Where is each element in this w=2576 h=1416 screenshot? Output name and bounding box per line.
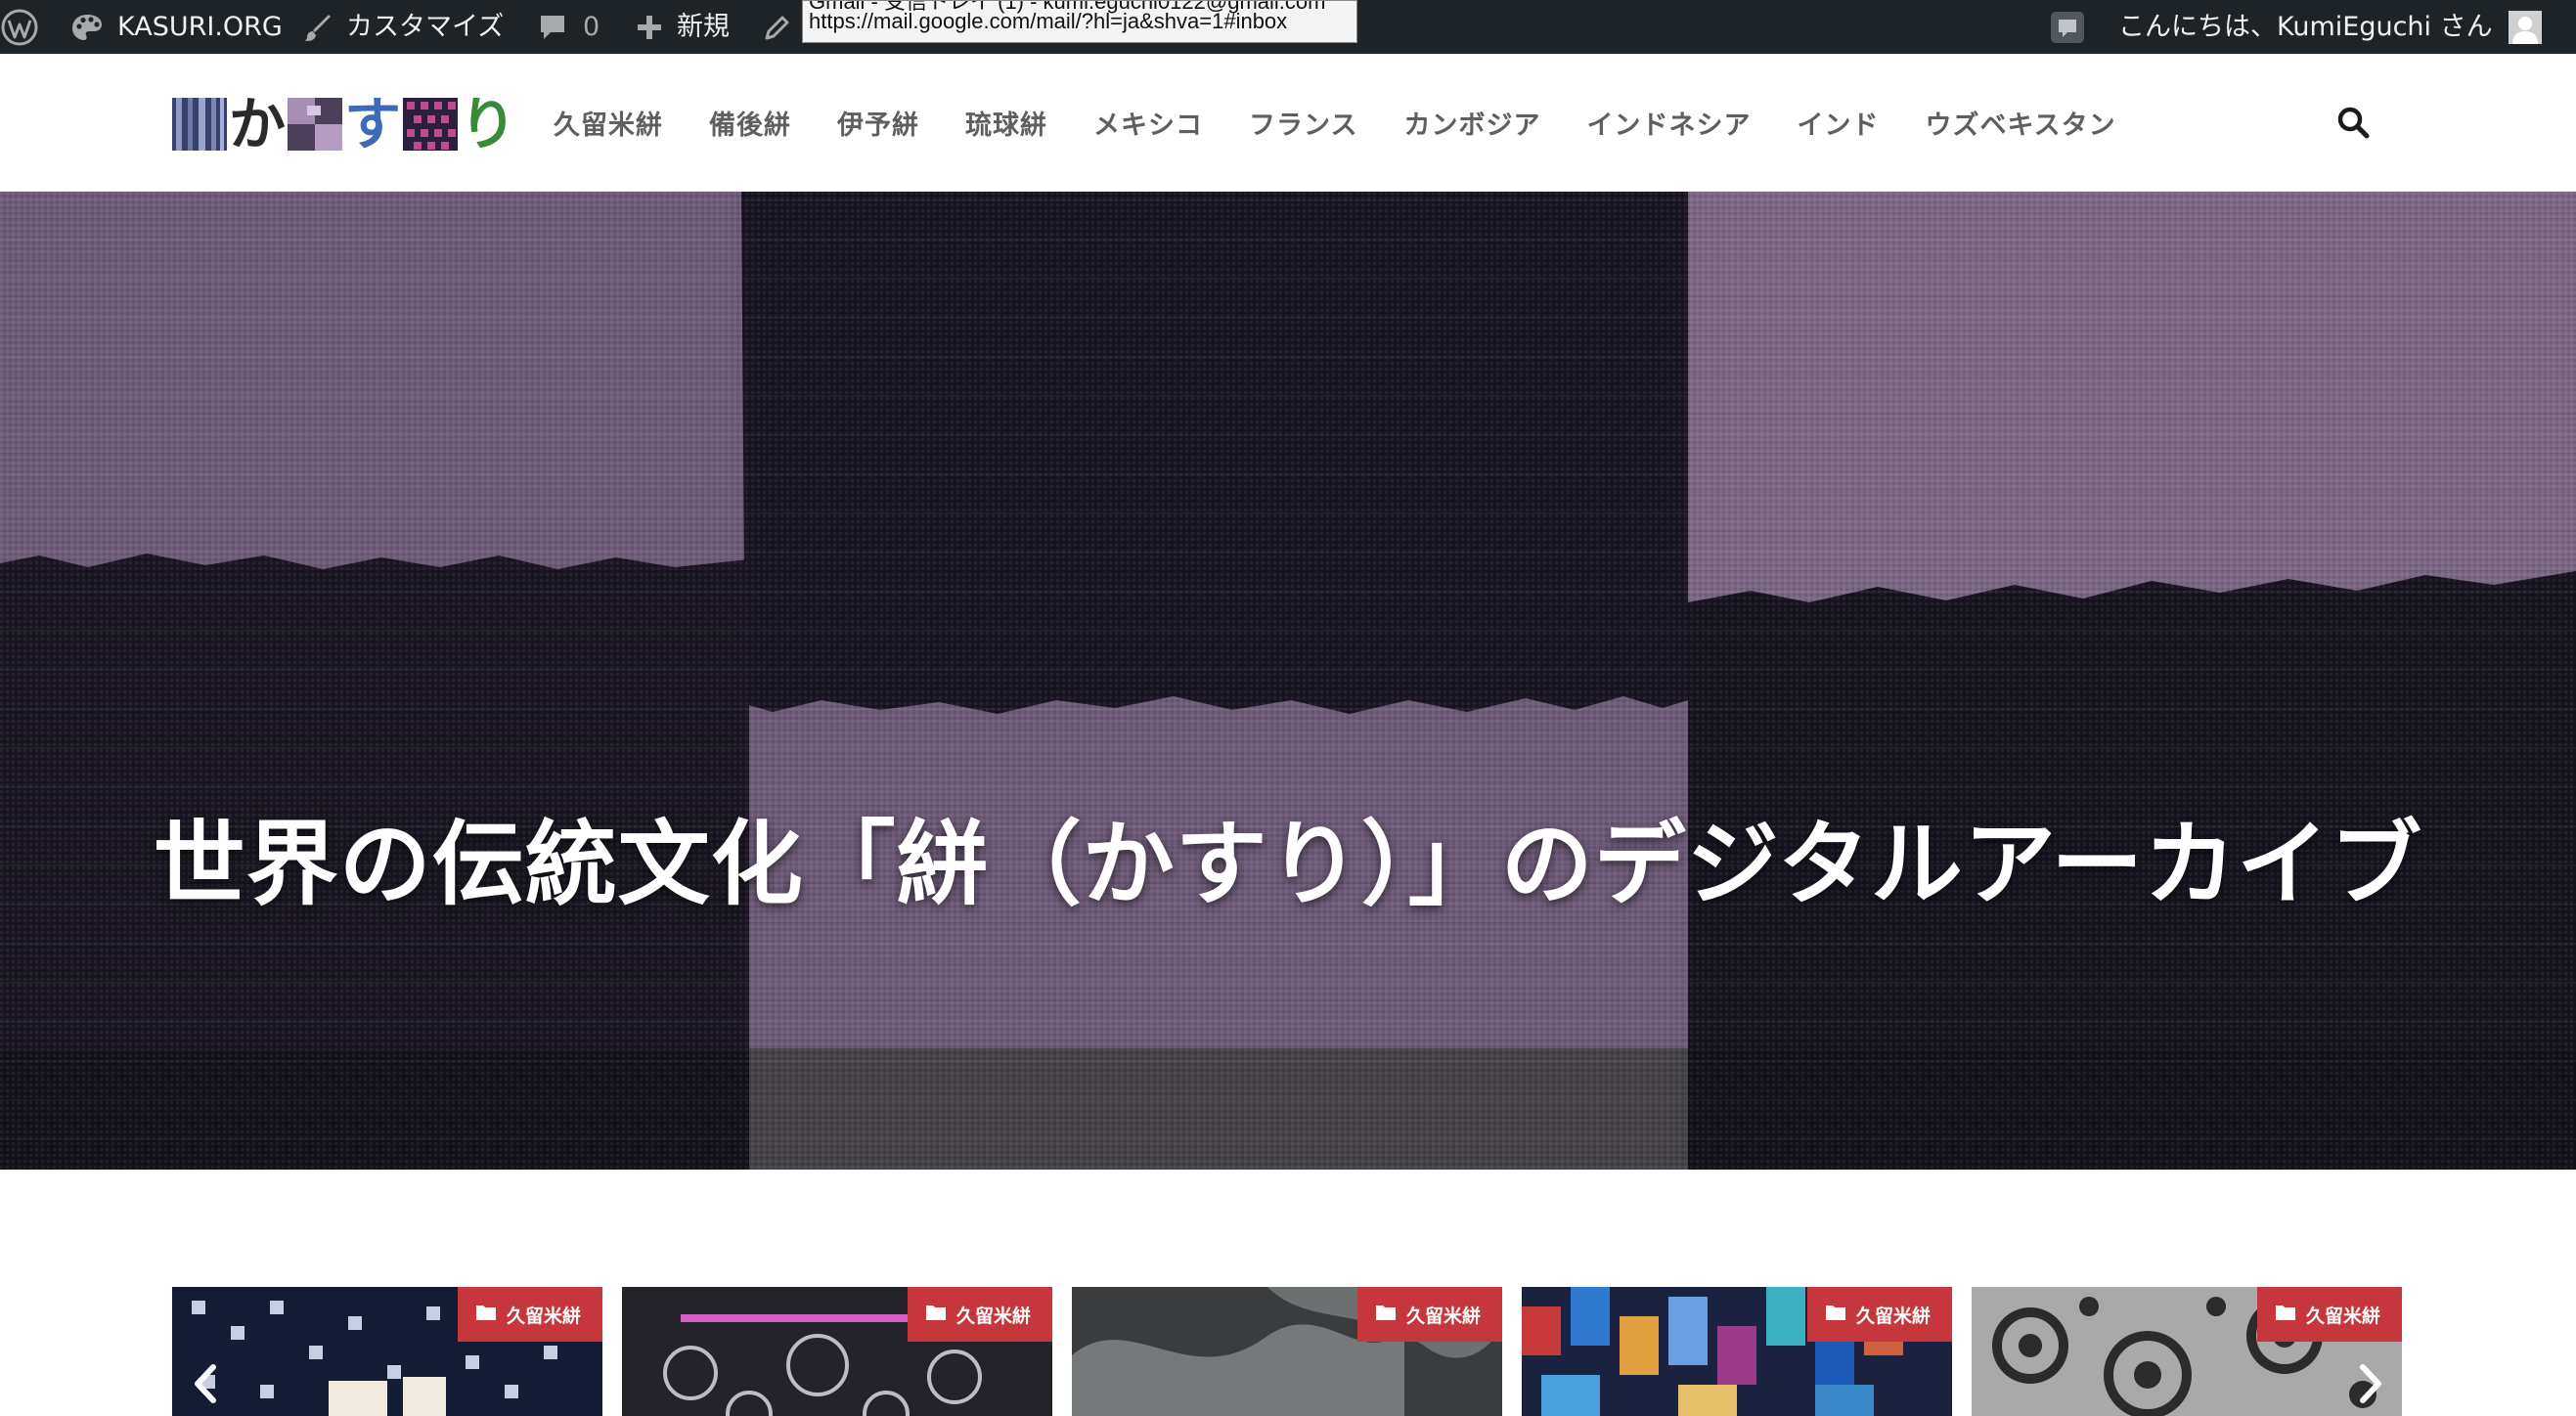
link-tooltip: Gmail - 受信トレイ (1) - kumi.eguchi0122@gmai… [802,0,1357,43]
category-label: 久留米絣 [2305,1305,2380,1327]
new-label: 新規 [677,12,730,42]
nav-item-uzbekistan[interactable]: ウズベキスタン [1925,104,2115,142]
logo-char-su: す [344,91,402,157]
category-badge[interactable]: 久留米絣 [1806,1287,1952,1342]
nav-item-india[interactable]: インド [1797,104,1879,142]
search-icon [2335,107,2371,144]
notifications-button[interactable] [2050,0,2085,54]
site-name: KASURI.ORG [117,12,283,42]
post-card[interactable]: 久留米絣 [1072,1287,1502,1416]
category-label: 久留米絣 [1405,1305,1481,1327]
logo-char-ri: り [460,91,517,157]
category-badge[interactable]: 久留米絣 [2256,1287,2402,1342]
site-name-link[interactable]: KASURI.ORG [70,0,283,54]
hero-title: 世界の伝統文化「絣（かすり）」のデジタルアーカイブ [153,812,2423,918]
comments-count: 0 [583,12,600,42]
category-label: 久留米絣 [955,1305,1031,1327]
folder-icon [1375,1304,1397,1326]
nav-item-france[interactable]: フランス [1249,104,1357,142]
slider-prev-button[interactable] [186,1359,225,1408]
category-label: 久留米絣 [1855,1305,1931,1327]
chevron-right-icon [2351,1364,2390,1412]
nav-item-cambodia[interactable]: カンボジア [1403,104,1540,142]
post-card[interactable]: 久留米絣 [1972,1287,2402,1416]
chevron-left-icon [186,1364,225,1412]
comment-icon [538,13,567,42]
customize-link[interactable]: カスタマイズ [303,0,504,54]
logo-kasuri-square-1 [172,98,227,151]
category-badge[interactable]: 久留米絣 [907,1287,1052,1342]
comments-link[interactable]: 0 [538,0,600,54]
folder-icon [475,1304,497,1326]
post-card[interactable]: 久留米絣 [172,1287,602,1416]
avatar [2508,10,2542,44]
logo-kasuri-square-2 [288,98,343,151]
greeting-text: こんにちは、KumiEguchi さん [2118,12,2493,42]
category-label: 久留米絣 [506,1305,581,1327]
tooltip-url: https://mail.google.com/mail/?hl=ja&shva… [809,9,1288,33]
nav-item-indonesia[interactable]: インドネシア [1586,104,1751,142]
post-card[interactable]: 久留米絣 [622,1287,1052,1416]
logo-kasuri-square-3 [403,98,459,151]
post-card[interactable]: 久留米絣 [1522,1287,1952,1416]
hero-banner: 世界の伝統文化「絣（かすり）」のデジタルアーカイブ [0,192,2576,1170]
logo-char-ka: か [229,91,287,157]
site-logo[interactable]: か す り [172,95,518,154]
search-button[interactable] [2335,105,2371,140]
nav-item-mexico[interactable]: メキシコ [1093,104,1203,142]
wordpress-icon [0,8,39,47]
notification-icon [2050,11,2085,44]
pencil-icon [763,13,792,42]
brush-icon [303,13,333,42]
folder-icon [925,1304,947,1326]
category-badge[interactable]: 久留米絣 [457,1287,602,1342]
account-menu[interactable]: こんにちは、KumiEguchi さん [2118,0,2542,54]
nav-item-bingo[interactable]: 備後絣 [709,104,791,142]
nav-item-iyo[interactable]: 伊予絣 [837,104,919,142]
nav-item-ryukyu[interactable]: 琉球絣 [965,104,1047,142]
customize-label: カスタマイズ [346,12,505,42]
slider-next-button[interactable] [2351,1359,2390,1408]
new-content-link[interactable]: 新規 [636,0,730,54]
hero-fabric-image [0,192,2576,1170]
wordpress-menu[interactable] [0,0,39,54]
plus-icon [636,14,663,41]
edit-link[interactable] [763,0,792,54]
site-header: か す り 久留米絣 備後絣 伊予絣 琉球絣 メキシコ フランス カンボジア イ… [0,54,2576,192]
main-navigation: 久留米絣 備後絣 伊予絣 琉球絣 メキシコ フランス カンボジア インドネシア … [554,54,2162,192]
folder-icon [1825,1304,1846,1326]
post-slider: 久留米絣 久留米絣 久留米絣 久留米絣 久留米絣 [172,1287,2404,1416]
palette-icon [70,13,104,42]
folder-icon [2275,1304,2296,1326]
nav-item-kurume[interactable]: 久留米絣 [554,104,663,142]
category-badge[interactable]: 久留米絣 [1356,1287,1502,1342]
